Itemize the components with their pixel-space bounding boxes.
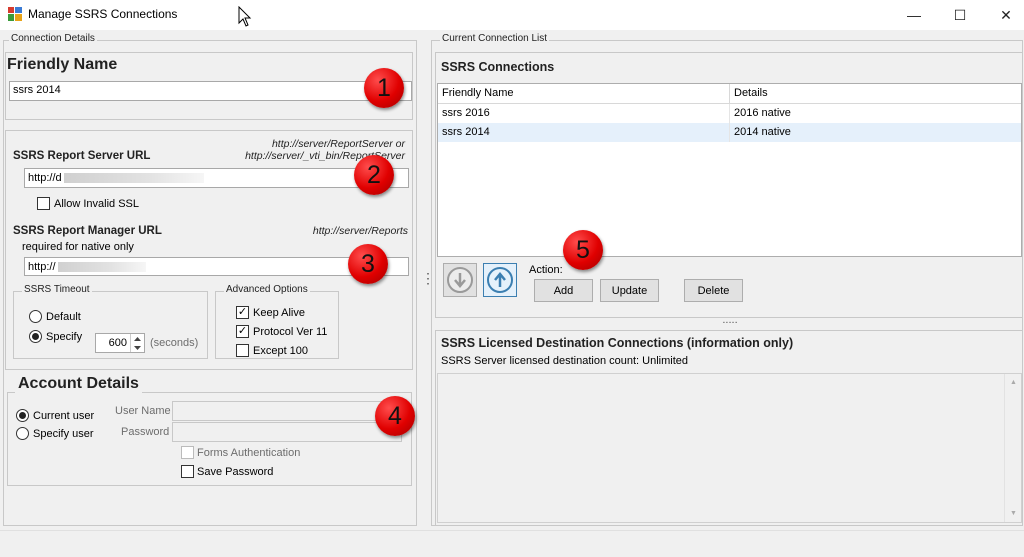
specify-user-radio[interactable] [16,427,29,440]
annotation-badge-1: 1 [364,68,404,108]
licensed-count-label: SSRS Server licensed destination count: [441,355,640,367]
timeout-specify-radio[interactable] [29,330,42,343]
close-icon: ✕ [1000,6,1012,23]
protocol-ver-label: Protocol Ver 11 [253,326,328,338]
connection-details-legend: Connection Details [9,33,97,44]
report-server-label: SSRS Report Server URL [13,150,151,162]
keep-alive-checkbox[interactable]: ✓ [236,306,249,319]
current-user-radio[interactable] [16,409,29,422]
connections-grid: Friendly Name Details ssrs 2016 2016 nat… [437,83,1022,257]
timeout-default-label: Default [46,311,81,323]
close-button[interactable]: ✕ [983,0,1024,30]
chevron-up-icon [134,336,141,341]
connections-title: SSRS Connections [441,60,555,74]
current-user-label: Current user [33,410,95,422]
stepper-down-button[interactable] [130,343,144,352]
vertical-splitter[interactable]: ⋮ [421,270,435,290]
add-button[interactable]: Add [534,279,593,302]
specify-user-label: Specify user [33,428,94,440]
move-down-button[interactable] [443,263,477,297]
status-strip [0,530,1024,557]
friendly-name-label: Friendly Name [7,56,118,73]
keep-alive-label: Keep Alive [253,307,305,319]
redacted-url [57,261,146,272]
timeout-value: 600 [108,337,127,349]
except-100-checkbox[interactable] [236,344,249,357]
minimize-button[interactable]: — [891,0,937,30]
window-title: Manage SSRS Connections [28,7,178,21]
grid-header: Friendly Name Details [438,84,1021,104]
maximize-button[interactable]: ☐ [937,0,983,30]
connection-list-legend: Current Connection List [440,33,550,44]
account-details-title: Account Details [15,375,142,393]
allow-invalid-ssl-label: Allow Invalid SSL [54,198,139,210]
delete-button[interactable]: Delete [684,279,743,302]
forms-auth-checkbox[interactable] [181,446,194,459]
username-label: User Name [115,405,171,417]
mouse-cursor-icon [238,6,252,27]
table-row[interactable]: ssrs 2014 2014 native [438,123,1021,142]
timeout-default-radio[interactable] [29,310,42,323]
allow-invalid-ssl-checkbox[interactable] [37,197,50,210]
chevron-down-icon [134,345,141,350]
licensed-title: SSRS Licensed Destination Connections (i… [441,336,794,350]
redacted-url [63,173,204,183]
move-up-button[interactable] [483,263,517,297]
password-input[interactable] [172,422,402,442]
annotation-badge-2: 2 [354,155,394,195]
licensed-count: SSRS Server licensed destination count: … [441,355,688,367]
arrow-up-icon [487,267,513,293]
row-details: 2014 native [734,126,791,138]
licensed-list: ▲ ▼ [437,373,1022,523]
app-icon [8,7,22,21]
timeout-unit: (seconds) [150,337,199,349]
scroll-up-icon[interactable]: ▲ [1005,374,1022,391]
except-100-label: Except 100 [253,345,309,357]
row-details: 2016 native [734,107,791,119]
forms-auth-label: Forms Authentication [197,447,301,459]
timeout-stepper[interactable]: 600 [95,333,145,353]
report-server-value: http://d [28,172,62,184]
timeout-specify-label: Specify [46,331,83,343]
stepper-up-button[interactable] [130,334,144,343]
row-friendly-name: ssrs 2014 [438,123,730,142]
report-server-hint-1: http://server/ReportServer or [271,138,405,150]
update-button[interactable]: Update [600,279,659,302]
check-icon: ✓ [237,325,248,337]
arrow-down-icon [447,267,473,293]
table-row[interactable]: ssrs 2016 2016 native [438,104,1021,123]
horizontal-splitter[interactable]: ..... [710,314,750,326]
check-icon: ✓ [237,306,248,318]
ssrs-timeout-legend: SSRS Timeout [22,284,92,295]
minimize-icon: — [907,7,921,23]
annotation-badge-3: 3 [348,244,388,284]
save-password-checkbox[interactable] [181,465,194,478]
advanced-options-legend: Advanced Options [224,284,310,295]
password-label: Password [121,426,170,438]
vertical-scrollbar[interactable]: ▲ ▼ [1004,374,1021,522]
column-header-friendly-name[interactable]: Friendly Name [438,84,730,103]
protocol-ver-checkbox[interactable]: ✓ [236,325,249,338]
annotation-badge-4: 4 [375,396,415,436]
report-server-input[interactable]: http://d [24,168,409,188]
action-label: Action: [529,264,563,276]
report-manager-sublabel: required for native only [22,241,134,253]
friendly-name-input[interactable]: ssrs 2014 [9,81,412,101]
username-input[interactable] [172,401,402,421]
report-manager-label: SSRS Report Manager URL [13,225,162,237]
report-manager-hint: http://server/Reports [312,225,408,237]
annotation-badge-5: 5 [563,230,603,270]
scroll-down-icon[interactable]: ▼ [1005,505,1022,522]
report-manager-value: http:// [28,260,56,273]
licensed-count-value: Unlimited [642,355,689,367]
save-password-label: Save Password [197,466,274,478]
row-friendly-name: ssrs 2016 [438,104,730,123]
column-header-details[interactable]: Details [730,84,1021,103]
maximize-icon: ☐ [953,6,967,23]
